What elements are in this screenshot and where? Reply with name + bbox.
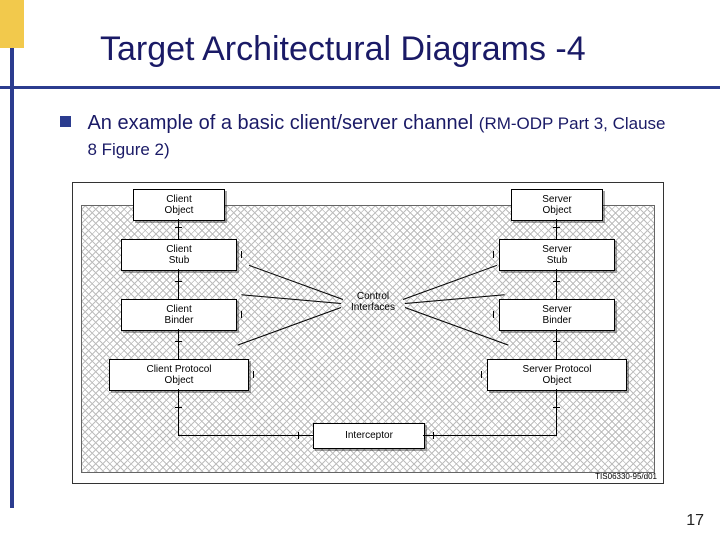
box-client-binder: ClientBinder <box>121 299 237 331</box>
square-bullet-icon <box>60 116 71 127</box>
connector <box>556 219 557 239</box>
connector <box>178 389 179 435</box>
box-client-protocol: Client ProtocolObject <box>109 359 249 391</box>
accent-blue-horizontal <box>0 86 720 89</box>
interface-tick-icon <box>175 227 182 228</box>
accent-yellow-box <box>0 0 24 48</box>
interface-tick-icon <box>175 341 182 342</box>
interface-tick-icon <box>433 432 434 439</box>
interface-tick-icon <box>241 311 242 318</box>
page-number: 17 <box>686 512 704 530</box>
interface-tick-icon <box>553 227 560 228</box>
slide: Target Architectural Diagrams -4 An exam… <box>0 0 720 540</box>
accent-blue-vertical <box>10 48 14 508</box>
connector <box>556 389 557 435</box>
interface-tick-icon <box>175 407 182 408</box>
interface-tick-icon <box>553 281 560 282</box>
bullet-row: An example of a basic client/server chan… <box>60 110 690 162</box>
interface-tick-icon <box>175 281 182 282</box>
connector <box>556 269 557 299</box>
interface-tick-icon <box>553 407 560 408</box>
box-server-binder: ServerBinder <box>499 299 615 331</box>
interface-tick-icon <box>481 371 482 378</box>
interface-tick-icon <box>253 371 254 378</box>
connector <box>178 435 313 436</box>
interface-tick-icon <box>493 251 494 258</box>
box-client-object: ClientObject <box>133 189 225 221</box>
interface-tick-icon <box>553 341 560 342</box>
figure-code: TIS06330-95/d01 <box>595 472 657 481</box>
connector <box>178 269 179 299</box>
connector <box>423 435 557 436</box>
interface-tick-icon <box>241 251 242 258</box>
slide-title: Target Architectural Diagrams -4 <box>100 30 586 69</box>
bullet-main: An example of a basic client/server chan… <box>87 112 478 134</box>
connector <box>556 329 557 359</box>
accent-bar <box>0 0 24 540</box>
control-interfaces-label: ControlInterfaces <box>343 291 403 313</box>
box-server-object: ServerObject <box>511 189 603 221</box>
box-interceptor: Interceptor <box>313 423 425 449</box>
connector <box>178 329 179 359</box>
box-server-stub: ServerStub <box>499 239 615 271</box>
connector <box>178 219 179 239</box>
interface-tick-icon <box>298 432 299 439</box>
bullet-text: An example of a basic client/server chan… <box>87 110 667 162</box>
box-client-stub: ClientStub <box>121 239 237 271</box>
interface-tick-icon <box>493 311 494 318</box>
diagram-frame: ClientObject ClientStub ClientBinder Cli… <box>72 182 664 484</box>
box-server-protocol: Server ProtocolObject <box>487 359 627 391</box>
